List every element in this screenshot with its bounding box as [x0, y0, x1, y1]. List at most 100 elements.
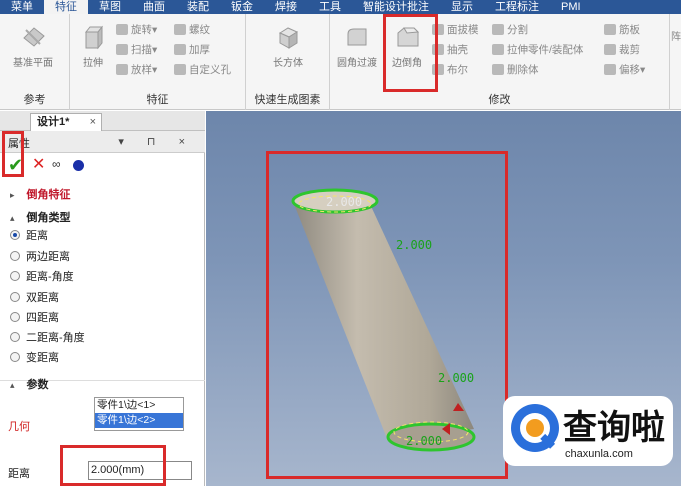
watermark-logo-icon: [511, 404, 559, 452]
menu-item-pmi[interactable]: PMI: [550, 0, 592, 14]
loft-icon: [116, 64, 128, 75]
menu-item-drawing-annotation[interactable]: 工程标注: [484, 0, 550, 14]
watermark: 查询啦 chaxunla.com: [503, 396, 673, 466]
menu-item-display[interactable]: 显示: [440, 0, 484, 14]
ribbon: 基准平面 参考 拉伸 旋转 ▾ 扫描 ▾ 放样 ▾ 螺纹 加厚 自定义孔 特征 …: [0, 14, 681, 110]
boolean-button[interactable]: 布尔: [432, 62, 468, 77]
loft-button[interactable]: 放样 ▾: [116, 62, 157, 77]
distance-input[interactable]: 2.000(mm): [88, 461, 192, 480]
base-plane-button[interactable]: 基准平面: [12, 20, 54, 69]
watermark-text: 查询啦: [563, 408, 665, 448]
section-chamfer-feature[interactable]: ▸ 倒角特征: [10, 186, 71, 202]
radio-circle: [10, 292, 20, 302]
delete-body-button[interactable]: 删除体: [492, 62, 539, 77]
geometry-listbox[interactable]: 零件1\边<1> 零件1\边<2>: [94, 397, 184, 431]
dim-label-top[interactable]: 2.000: [326, 195, 362, 209]
group-modify: 圆角过渡 边倒角 面拔模 抽壳 布尔 分割 拉伸零件/装配体 删除体 筋板 裁剪…: [330, 14, 670, 110]
shell-button[interactable]: 抽壳: [432, 42, 468, 57]
base-plane-icon: [20, 24, 46, 50]
radio-two-distance-angle[interactable]: 二距离-角度: [10, 329, 85, 345]
radio-circle: [10, 332, 20, 342]
trim-button[interactable]: 裁剪: [604, 42, 640, 57]
extrude-icon: [80, 24, 106, 50]
menu-item-surface[interactable]: 曲面: [132, 0, 176, 14]
extrude-label: 拉伸: [83, 58, 103, 69]
fillet-icon: [344, 24, 370, 50]
rib-label: 筋板: [619, 24, 640, 36]
geometry-item-selected[interactable]: 零件1\边<2>: [95, 413, 183, 428]
document-tab-strip: 设计1* ×: [0, 111, 205, 131]
shell-icon: [432, 44, 444, 55]
offset-icon: [604, 64, 616, 75]
group-reference: 基准平面 参考: [0, 14, 70, 110]
group-label-quick-generate: 快速生成图素: [254, 94, 321, 106]
section-chamfer-type[interactable]: ▴ 倒角类型: [10, 209, 71, 225]
menu-item-smart-annotation[interactable]: 智能设计批注: [352, 0, 440, 14]
tab-design1[interactable]: 设计1* ×: [30, 113, 102, 131]
menu-item-feature[interactable]: 特征: [44, 0, 88, 14]
radio-circle: [10, 312, 20, 322]
split-label: 分割: [507, 24, 528, 36]
watermark-url: chaxunla.com: [565, 448, 633, 460]
sweep-label: 扫描: [131, 44, 152, 56]
radio-distance[interactable]: 距离: [10, 227, 48, 243]
cuboid-icon: [275, 24, 301, 50]
split-button[interactable]: 分割: [492, 22, 528, 37]
property-panel-header: 属性 ▾ ⊓ ×: [0, 131, 205, 153]
cuboid-label: 长方体: [273, 58, 303, 69]
chamfer-button[interactable]: 边倒角: [386, 20, 428, 69]
fillet-button[interactable]: 圆角过渡: [336, 20, 378, 69]
radio-two-side-distance[interactable]: 两边距离: [10, 248, 70, 264]
thread-button[interactable]: 螺纹: [174, 22, 210, 37]
radio-double-distance[interactable]: 双距离: [10, 289, 59, 305]
menu-item-menu[interactable]: 菜单: [0, 0, 44, 14]
tab-close-icon[interactable]: ×: [90, 114, 96, 131]
extrude-part-label: 拉伸零件/装配体: [507, 44, 584, 56]
rib-button[interactable]: 筋板: [604, 22, 640, 37]
offset-button[interactable]: 偏移 ▾: [604, 62, 645, 77]
chamfer-label: 边倒角: [392, 58, 422, 69]
shell-label: 抽壳: [447, 44, 468, 56]
draft-button[interactable]: 面拔模: [432, 22, 479, 37]
radio-distance-angle[interactable]: 距离-角度: [10, 268, 74, 284]
pattern-button-partial[interactable]: 阵: [671, 28, 681, 43]
radio-four-distance[interactable]: 四距离: [10, 309, 59, 325]
boolean-label: 布尔: [447, 64, 468, 76]
thicken-button[interactable]: 加厚: [174, 42, 210, 57]
preview-glasses-icon[interactable]: ∞: [52, 157, 61, 171]
rib-icon: [604, 24, 616, 35]
dim-label-lower[interactable]: 2.000: [438, 371, 474, 385]
menu-item-sheet-metal[interactable]: 钣金: [220, 0, 264, 14]
dim-label-bottom[interactable]: 2.000: [406, 434, 442, 448]
menu-item-sketch[interactable]: 草图: [88, 0, 132, 14]
extrude-button[interactable]: 拉伸: [72, 20, 114, 69]
radio-circle: [10, 251, 20, 261]
menu-item-assembly[interactable]: 装配: [176, 0, 220, 14]
trim-label: 裁剪: [619, 44, 640, 56]
section-params[interactable]: ▴ 参数: [10, 376, 49, 392]
property-panel: 属性 ▾ ⊓ × ✔ ✕ ∞ ▸ 倒角特征 ▴ 倒角类型 距离 两边距离 距离-角度…: [0, 131, 205, 486]
cylinder-body: [294, 204, 474, 441]
cuboid-button[interactable]: 长方体: [267, 20, 309, 69]
thread-icon: [174, 24, 186, 35]
cancel-x-icon[interactable]: ✕: [32, 155, 45, 175]
confirm-check-icon[interactable]: ✔: [8, 155, 23, 175]
sweep-button[interactable]: 扫描 ▾: [116, 42, 157, 57]
menu-item-weld[interactable]: 焊接: [264, 0, 308, 14]
radio-circle: [10, 352, 20, 362]
base-plane-label: 基准平面: [13, 58, 53, 69]
fillet-label: 圆角过渡: [337, 58, 377, 69]
radio-variable-distance[interactable]: 变距离: [10, 349, 59, 365]
chamfer-icon: [394, 24, 420, 50]
dim-label-side[interactable]: 2.000: [396, 238, 432, 252]
geometry-item[interactable]: 零件1\边<1>: [95, 398, 183, 413]
custom-hole-button[interactable]: 自定义孔: [174, 62, 231, 77]
revolve-button[interactable]: 旋转 ▾: [116, 22, 157, 37]
split-icon: [492, 24, 504, 35]
color-dot-icon[interactable]: [73, 160, 84, 171]
extrude-part-button[interactable]: 拉伸零件/装配体: [492, 42, 583, 57]
menu-item-tools[interactable]: 工具: [308, 0, 352, 14]
distance-label: 距离: [8, 468, 30, 480]
panel-window-controls[interactable]: ▾ ⊓ ×: [118, 135, 195, 148]
custom-hole-label: 自定义孔: [189, 64, 231, 76]
